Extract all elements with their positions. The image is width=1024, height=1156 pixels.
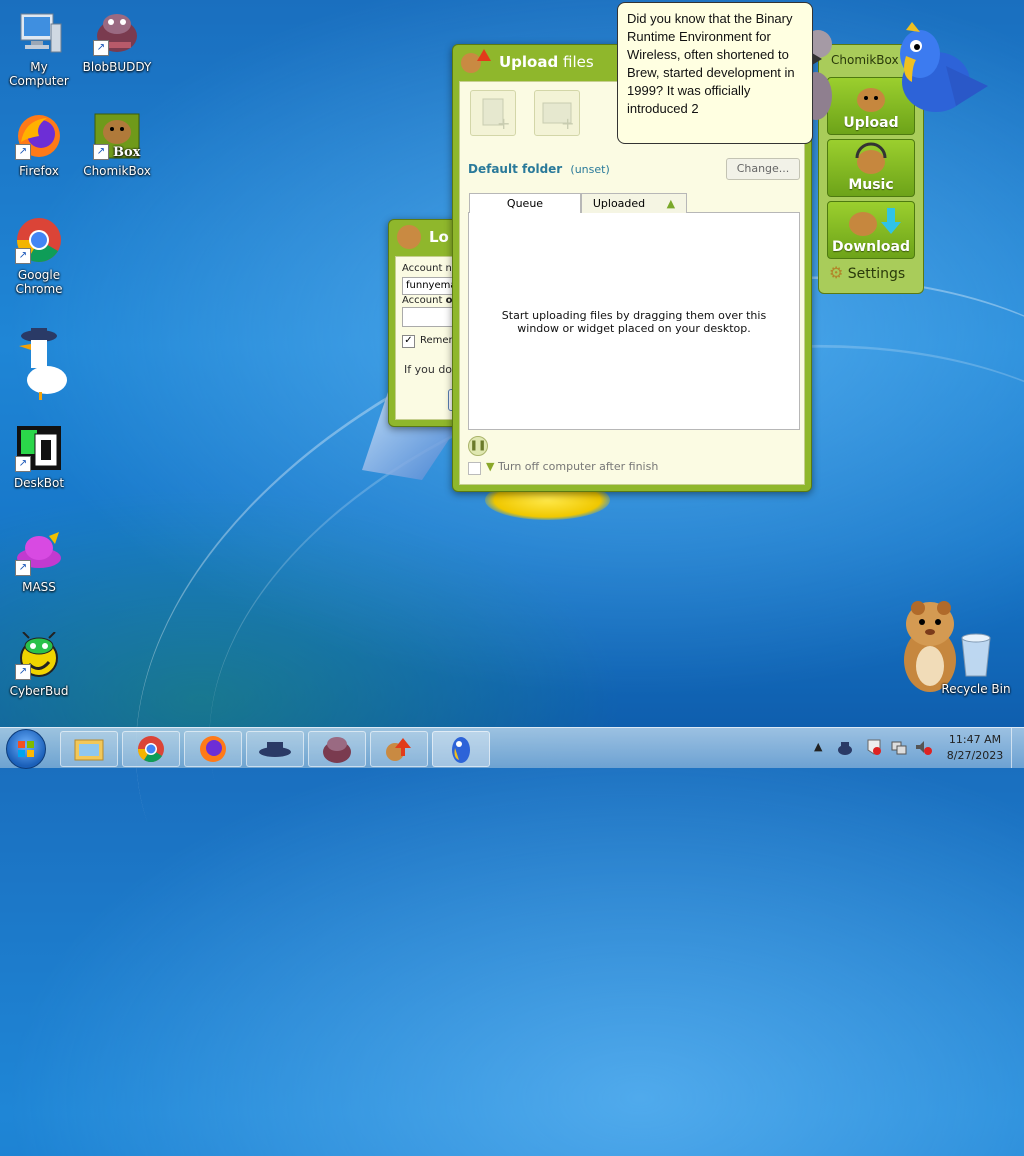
desktop-icon-recycle-bin[interactable]: Recycle Bin bbox=[938, 630, 1014, 696]
mass-icon: ↗ bbox=[15, 528, 63, 576]
desktop-icon-label: Firefox bbox=[19, 164, 59, 178]
desktop-icon-cyberbud[interactable]: ↗ CyberBud bbox=[1, 631, 77, 698]
add-file-icon: + bbox=[482, 98, 510, 133]
pause-button[interactable]: ❚❚ bbox=[468, 436, 488, 456]
desktop-icon-goose[interactable] bbox=[1, 326, 77, 404]
cyberbud-icon: ↗ bbox=[15, 631, 63, 680]
svg-text:+: + bbox=[561, 114, 574, 133]
clock[interactable]: 11:47 AM 8/27/2023 bbox=[940, 732, 1010, 764]
taskbar-chomikbox[interactable] bbox=[370, 731, 428, 767]
triangle-down-icon: ▼ bbox=[486, 460, 495, 473]
taskbar: ▲ 11:47 AM 8/27/2023 bbox=[0, 727, 1024, 769]
chrome-icon: ↗ bbox=[15, 216, 63, 264]
add-folder-button[interactable]: + bbox=[534, 90, 580, 136]
clock-date: 8/27/2023 bbox=[946, 749, 1004, 762]
taskbar-firefox[interactable] bbox=[184, 731, 242, 767]
widget-settings-button[interactable]: ⚙ Settings bbox=[829, 263, 905, 282]
add-file-button[interactable]: + bbox=[470, 90, 516, 136]
desktop-icon-chomikbox[interactable]: Box ↗ ChomikBox bbox=[79, 112, 155, 178]
network-icon[interactable] bbox=[890, 738, 908, 756]
svg-text:+: + bbox=[497, 114, 510, 133]
deskbot-icon: ↗ bbox=[15, 424, 63, 472]
taskbar-chrome[interactable] bbox=[122, 731, 180, 767]
taskbar-goose[interactable] bbox=[246, 731, 304, 767]
desktop-icon-firefox[interactable]: ↗ Firefox bbox=[1, 112, 77, 178]
blobbuddy-icon bbox=[323, 737, 351, 763]
hamster-download-icon bbox=[849, 208, 901, 236]
upload-logo-icon bbox=[461, 49, 491, 75]
shortcut-arrow-icon: ↗ bbox=[15, 144, 31, 160]
pause-icon: ❚❚ bbox=[469, 440, 487, 451]
shortcut-arrow-icon: ↗ bbox=[15, 456, 31, 472]
turn-off-label: ▼ Turn off computer after finish bbox=[486, 460, 659, 473]
triangle-up-icon: ▲ bbox=[666, 197, 676, 210]
upload-window-title: Upload files bbox=[499, 53, 594, 71]
firefox-icon: ↗ bbox=[15, 112, 63, 160]
recycle-bin-icon bbox=[952, 630, 1000, 678]
desktop-icon-label: Recycle Bin bbox=[941, 682, 1011, 696]
desktop-icon-label: CyberBud bbox=[9, 684, 69, 698]
hamster-music-icon bbox=[855, 142, 887, 174]
shortcut-arrow-icon: ↗ bbox=[15, 560, 31, 576]
add-folder-icon: + bbox=[542, 102, 574, 133]
widget-music-button[interactable]: Music bbox=[827, 139, 915, 197]
folder-icon bbox=[74, 739, 104, 761]
desktop-icon-google-chrome[interactable]: ↗ Google Chrome bbox=[1, 216, 77, 296]
shortcut-arrow-icon: ↗ bbox=[15, 248, 31, 264]
desktop-icon-label: MASS bbox=[22, 580, 56, 594]
default-folder-value: (unset) bbox=[570, 163, 610, 176]
svg-text:Box: Box bbox=[113, 145, 141, 160]
shortcut-arrow-icon: ↗ bbox=[93, 40, 109, 56]
desktop-icon-my-computer[interactable]: My Computer bbox=[1, 8, 77, 88]
chrome-icon bbox=[137, 736, 164, 763]
login-window-title: Lo bbox=[429, 228, 449, 246]
parrot-icon bbox=[452, 737, 470, 763]
goose-icon bbox=[15, 326, 67, 400]
desktop-icon-label: Google Chrome bbox=[15, 268, 63, 296]
login-hint-text: If you don bbox=[404, 363, 460, 376]
change-folder-button[interactable]: Change... bbox=[726, 158, 800, 180]
desktop-icon-blobbuddy[interactable]: ↗ BlobBUDDY bbox=[79, 8, 155, 74]
taskbar-explorer[interactable] bbox=[60, 731, 118, 767]
clock-time: 11:47 AM bbox=[948, 733, 1002, 746]
gear-icon: ⚙ bbox=[829, 263, 844, 282]
tray-app-icon[interactable] bbox=[836, 738, 854, 756]
tip-text: Did you know that the Binary Runtime Env… bbox=[627, 11, 795, 116]
tab-uploaded[interactable]: Uploaded ▲ bbox=[581, 193, 687, 213]
chomik-logo-icon bbox=[397, 225, 421, 249]
firefox-icon bbox=[200, 736, 226, 762]
show-hidden-icons-button[interactable]: ▲ bbox=[814, 740, 822, 753]
taskbar-blobbuddy[interactable] bbox=[308, 731, 366, 767]
widget-download-button[interactable]: Download bbox=[827, 201, 915, 259]
chomik-logo-icon bbox=[386, 738, 411, 761]
action-center-icon[interactable] bbox=[866, 738, 882, 756]
tab-queue[interactable]: Queue bbox=[469, 193, 581, 213]
volume-muted-icon[interactable] bbox=[914, 738, 932, 756]
chomikbox-icon: Box ↗ bbox=[93, 112, 141, 160]
tip-speech-bubble: Did you know that the Binary Runtime Env… bbox=[617, 2, 822, 144]
desktop-icon-mass[interactable]: ↗ MASS bbox=[1, 528, 77, 594]
parrot-mascot[interactable] bbox=[876, 16, 992, 120]
hat-icon bbox=[259, 742, 291, 757]
start-button[interactable] bbox=[6, 729, 46, 769]
queue-panel[interactable]: Queue Uploaded ▲ Start uploading files b… bbox=[468, 193, 800, 430]
taskbar-parrot[interactable] bbox=[432, 731, 490, 767]
desktop-icon-label: ChomikBox bbox=[83, 164, 151, 178]
shortcut-arrow-icon: ↗ bbox=[15, 664, 31, 680]
blobbuddy-icon: ↗ bbox=[93, 8, 141, 56]
desktop-icon-label: DeskBot bbox=[13, 476, 65, 490]
remember-checkbox[interactable]: ✓ bbox=[402, 335, 415, 348]
default-folder-label: Default folder (unset) bbox=[468, 162, 610, 176]
account-name-label: Account na bbox=[402, 263, 459, 274]
turn-off-checkbox[interactable] bbox=[468, 462, 481, 475]
shortcut-arrow-icon: ↗ bbox=[93, 144, 109, 160]
computer-icon bbox=[15, 8, 63, 56]
windows-logo-icon bbox=[18, 741, 34, 757]
show-desktop-button[interactable] bbox=[1011, 728, 1024, 768]
desktop-icon-deskbot[interactable]: ↗ DeskBot bbox=[1, 424, 77, 490]
queue-empty-message: Start uploading files by dragging them o… bbox=[501, 309, 767, 335]
desktop-icon-label: My Computer bbox=[9, 60, 69, 88]
desktop-icon-label: BlobBUDDY bbox=[82, 60, 152, 74]
